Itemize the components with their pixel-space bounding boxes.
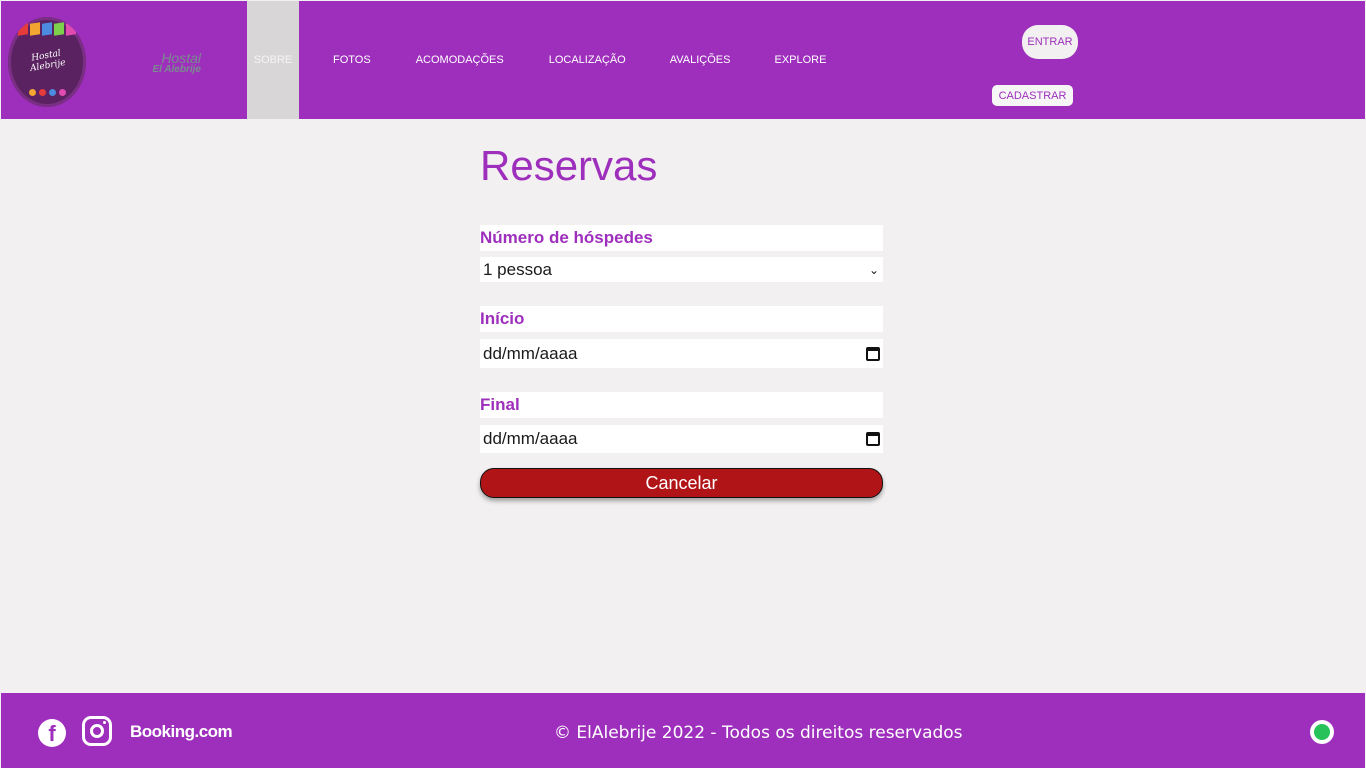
instagram-icon[interactable] [82, 716, 112, 746]
brand-line2: El Alebrije [152, 64, 201, 75]
start-label: Início [480, 309, 525, 328]
nav-label: FOTOS [333, 54, 371, 66]
nav-localizacao[interactable]: LOCALIZAÇÃO [549, 1, 626, 119]
signup-button[interactable]: CADASTRAR [992, 85, 1073, 106]
booking-link[interactable]: Booking.com [130, 722, 233, 742]
footer: f Booking.com © ElAlebrije 2022 - Todos … [1, 693, 1365, 768]
end-date-input[interactable]: dd/mm/aaaa [480, 425, 883, 453]
nav-avaliacoes[interactable]: AVALIÇÕES [670, 1, 731, 119]
chevron-down-icon: ⌄ [868, 262, 879, 277]
nav-sobre[interactable]: SOBRE [247, 1, 299, 119]
main-nav: SOBRE FOTOS ACOMODAÇÕES LOCALIZAÇÃO AVAL… [247, 1, 826, 119]
nav-label: ACOMODAÇÕES [415, 54, 504, 66]
copyright-text: © ElAlebrije 2022 - Todos os direitos re… [554, 723, 963, 743]
nav-label: AVALIÇÕES [669, 54, 731, 66]
header: Hostal Alebrije Hostal El Alebrije SOBRE… [1, 1, 1365, 119]
nav-label: SOBRE [253, 54, 293, 66]
start-date-input[interactable]: dd/mm/aaaa [480, 339, 883, 368]
nav-label: LOCALIZAÇÃO [548, 54, 626, 66]
start-label-box: Início [480, 306, 883, 332]
login-button[interactable]: ENTRAR [1022, 25, 1078, 59]
guests-value: 1 pessoa [483, 259, 552, 279]
facebook-icon[interactable]: f [38, 719, 66, 747]
cancel-button[interactable]: Cancelar [480, 468, 883, 498]
end-label: Final [480, 395, 520, 414]
papel-picado-flags [18, 22, 76, 37]
guests-select[interactable]: 1 pessoa ⌄ [480, 257, 883, 282]
brand-name: Hostal El Alebrije [141, 51, 201, 75]
end-date-value: dd/mm/aaaa [483, 429, 578, 448]
nav-explore[interactable]: EXPLORE [774, 1, 826, 119]
page-title: Reservas [480, 142, 658, 189]
nav-acomodacoes[interactable]: ACOMODAÇÕES [416, 1, 504, 119]
guests-label-box: Número de hóspedes [480, 225, 883, 251]
nav-label: EXPLORE [774, 54, 827, 66]
end-label-box: Final [480, 392, 883, 418]
guests-label: Número de hóspedes [480, 228, 653, 247]
brand-line1: Hostal [161, 50, 201, 66]
calendar-icon[interactable] [866, 432, 880, 446]
logo-flowers [20, 89, 74, 99]
logo[interactable]: Hostal Alebrije [8, 17, 86, 107]
nav-fotos[interactable]: FOTOS [333, 1, 371, 119]
whatsapp-icon[interactable] [1310, 720, 1334, 744]
start-date-value: dd/mm/aaaa [483, 343, 578, 363]
calendar-icon[interactable] [866, 346, 880, 361]
